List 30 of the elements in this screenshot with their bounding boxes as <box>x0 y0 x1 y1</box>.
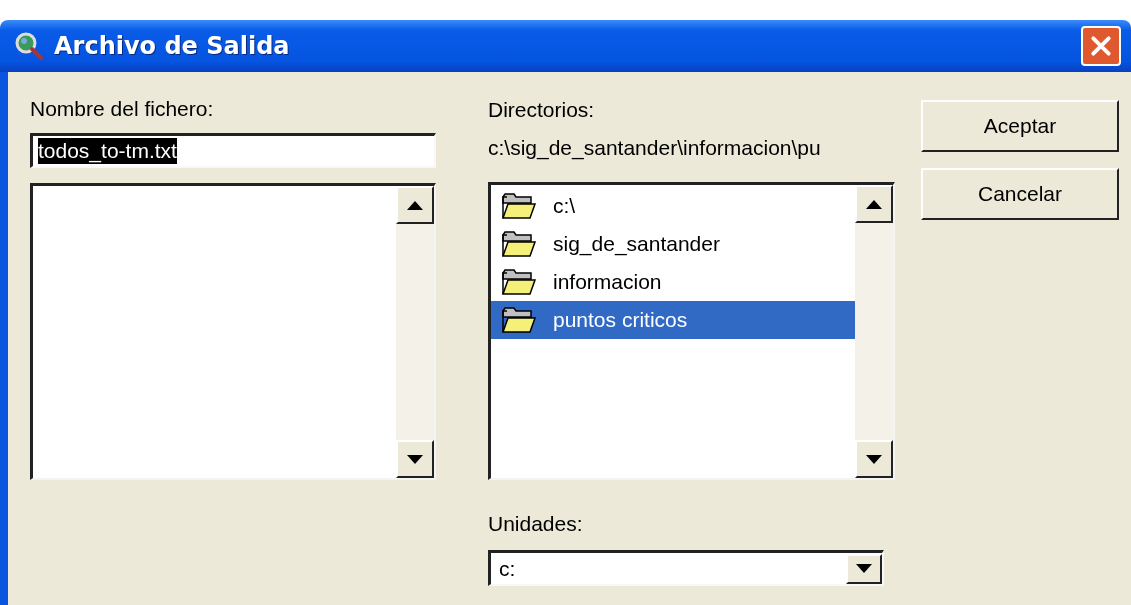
close-button[interactable] <box>1081 26 1121 66</box>
window-title: Archivo de Salida <box>54 32 291 60</box>
scroll-up-button[interactable] <box>396 186 434 224</box>
folder-icon <box>501 305 537 335</box>
folder-icon <box>501 191 537 221</box>
scrollbar[interactable] <box>855 185 893 478</box>
scrollbar[interactable] <box>396 186 434 478</box>
directory-list[interactable]: c:\ sig_de_santander informacion puntos criticos <box>488 182 895 480</box>
drives-label: Unidades: <box>488 511 583 537</box>
directory-item[interactable]: sig_de_santander <box>491 225 855 263</box>
drive-value: c: <box>498 556 517 581</box>
folder-icon <box>501 229 537 259</box>
directories-label: Directorios: <box>488 97 595 123</box>
directory-path: c:\sig_de_santander\informacion\pu <box>488 135 821 162</box>
scroll-up-button[interactable] <box>855 185 893 223</box>
scroll-down-button[interactable] <box>396 440 434 478</box>
dialog-button[interactable]: Cancelar <box>921 168 1119 220</box>
folder-icon <box>501 267 537 297</box>
file-list[interactable] <box>30 183 436 480</box>
directory-item[interactable]: c:\ <box>491 187 855 225</box>
scroll-down-button[interactable] <box>855 440 893 478</box>
magnifier-globe-icon <box>14 31 44 61</box>
file-name-label: Nombre del fichero: <box>30 96 214 122</box>
directory-item[interactable]: puntos criticos <box>491 301 855 339</box>
close-icon <box>1090 35 1112 57</box>
directory-item[interactable]: informacion <box>491 263 855 301</box>
dialog-button[interactable]: Aceptar <box>921 100 1119 152</box>
file-name-value: todos_to-tm.txt <box>38 138 177 164</box>
drives-dropdown[interactable]: c: <box>488 550 884 586</box>
file-name-field[interactable]: todos_to-tm.txt <box>30 133 436 168</box>
